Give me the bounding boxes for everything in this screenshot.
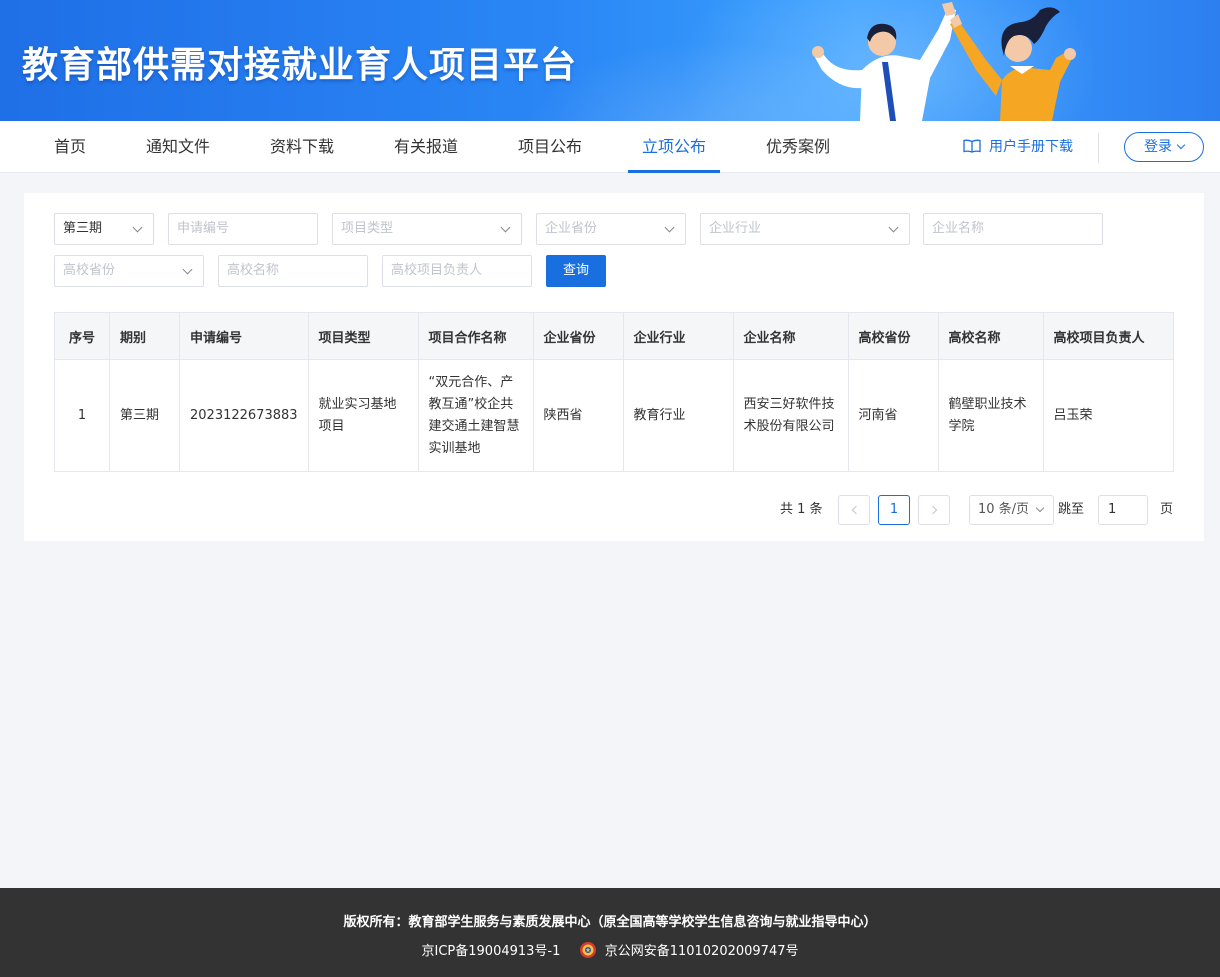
- cell-company-province: 陕西省: [532, 359, 624, 472]
- company-name-input[interactable]: 企业名称: [923, 213, 1103, 245]
- police-badge-icon: [579, 941, 596, 958]
- content-panel: 第三期 申请编号 项目类型 企业省份 企业行业 企业名称 高校省份 高校名称 高…: [24, 193, 1204, 541]
- jump-page-input[interactable]: 1: [1098, 495, 1148, 525]
- chevron-down-icon: [1035, 503, 1045, 513]
- page-size-select[interactable]: 10 条/页: [969, 495, 1054, 525]
- cell-period: 第三期: [109, 359, 180, 472]
- project-type-placeholder: 项目类型: [341, 221, 394, 236]
- school-province-placeholder: 高校省份: [63, 263, 116, 278]
- page-number-button[interactable]: 1: [878, 495, 910, 525]
- high-five-illustration: [812, 2, 1076, 121]
- company-industry-select[interactable]: 企业行业: [700, 213, 910, 245]
- cell-school-lead: 吕玉荣: [1042, 359, 1174, 472]
- col-header-project-type: 项目类型: [307, 312, 419, 360]
- cell-school-name: 鹤壁职业技术学院: [937, 359, 1044, 472]
- cell-company-name: 西安三好软件技术股份有限公司: [732, 359, 849, 472]
- nav-item-reports[interactable]: 有关报道: [394, 121, 458, 173]
- nav-divider: [1098, 133, 1099, 163]
- table-row: 1 第三期 2023122673883 就业实习基地项目 “双元合作、产教互通”…: [54, 359, 1174, 472]
- nav-item-downloads[interactable]: 资料下载: [270, 121, 334, 173]
- project-type-select[interactable]: 项目类型: [332, 213, 522, 245]
- col-header-project-name: 项目合作名称: [417, 312, 534, 360]
- application-no-input[interactable]: 申请编号: [168, 213, 318, 245]
- col-header-company-name: 企业名称: [732, 312, 849, 360]
- query-button[interactable]: 查询: [546, 255, 606, 287]
- cell-project-type: 就业实习基地项目: [307, 359, 419, 472]
- prev-page-button[interactable]: [838, 495, 870, 525]
- chevron-down-icon: [132, 222, 143, 233]
- col-header-school-lead: 高校项目负责人: [1042, 312, 1174, 360]
- pagination-total: 共 1 条: [780, 502, 823, 517]
- school-lead-input[interactable]: 高校项目负责人: [382, 255, 532, 287]
- cell-school-province: 河南省: [847, 359, 939, 472]
- chevron-down-icon: [182, 264, 193, 275]
- jump-label: 跳至: [1058, 502, 1085, 517]
- user-manual-link[interactable]: 用户手册下载: [963, 121, 1073, 173]
- cell-index: 1: [54, 359, 110, 472]
- cell-project-name: “双元合作、产教互通”校企共建交通土建智慧实训基地: [417, 359, 534, 472]
- footer-records: 京ICP备19004913号-1 京公网安备11010202009747号: [0, 940, 1220, 959]
- chevron-down-icon: [1176, 140, 1186, 149]
- chevron-down-icon: [664, 222, 675, 233]
- company-province-select[interactable]: 企业省份: [536, 213, 686, 245]
- nav-item-cases[interactable]: 优秀案例: [766, 121, 830, 173]
- nav-item-home[interactable]: 首页: [54, 121, 86, 173]
- next-page-button[interactable]: [918, 495, 950, 525]
- nav-item-projects[interactable]: 项目公布: [518, 121, 582, 173]
- site-title: 教育部供需对接就业育人项目平台: [22, 45, 578, 86]
- col-header-application-no: 申请编号: [179, 312, 309, 360]
- chevron-down-icon: [888, 222, 899, 233]
- school-name-input[interactable]: 高校名称: [218, 255, 368, 287]
- main-nav: 首页 通知文件 资料下载 有关报道 项目公布 立项公布 优秀案例 用户手册下载 …: [0, 121, 1220, 173]
- col-header-period: 期别: [109, 312, 180, 360]
- user-manual-label: 用户手册下载: [989, 139, 1073, 155]
- col-header-school-name: 高校名称: [937, 312, 1044, 360]
- footer-copyright: 版权所有：教育部学生服务与素质发展中心（原全国高等学校学生信息咨询与就业指导中心…: [343, 915, 877, 930]
- login-label: 登录: [1144, 139, 1172, 155]
- company-province-placeholder: 企业省份: [545, 221, 598, 236]
- company-industry-placeholder: 企业行业: [709, 221, 762, 236]
- cell-company-industry: 教育行业: [622, 359, 734, 472]
- table-header-row: 序号 期别 申请编号 项目类型 项目合作名称 企业省份 企业行业 企业名称 高校…: [54, 312, 1174, 360]
- cell-application-no: 2023122673883: [179, 359, 309, 472]
- book-icon: [963, 139, 981, 153]
- chevron-right-icon: [928, 505, 937, 515]
- nav-item-notices[interactable]: 通知文件: [146, 121, 210, 173]
- chevron-down-icon: [500, 222, 511, 233]
- login-button[interactable]: 登录: [1124, 132, 1204, 162]
- police-record-link[interactable]: 京公网安备11010202009747号: [605, 940, 799, 959]
- nav-item-approved-projects[interactable]: 立项公布: [627, 121, 721, 173]
- col-header-company-province: 企业省份: [532, 312, 624, 360]
- school-province-select[interactable]: 高校省份: [54, 255, 204, 287]
- period-select[interactable]: 第三期: [54, 213, 154, 245]
- header-banner: 教育部供需对接就业育人项目平台: [0, 0, 1220, 121]
- chevron-left-icon: [851, 505, 860, 515]
- footer: 版权所有：教育部学生服务与素质发展中心（原全国高等学校学生信息咨询与就业指导中心…: [0, 888, 1220, 977]
- col-header-school-province: 高校省份: [847, 312, 939, 360]
- col-header-company-industry: 企业行业: [622, 312, 734, 360]
- results-table: 序号 期别 申请编号 项目类型 项目合作名称 企业省份 企业行业 企业名称 高校…: [54, 312, 1174, 472]
- col-header-index: 序号: [54, 312, 110, 360]
- page-suffix-label: 页: [1160, 502, 1174, 517]
- period-select-value: 第三期: [63, 221, 103, 236]
- page-size-value: 10 条/页: [978, 502, 1030, 517]
- icp-record-link[interactable]: 京ICP备19004913号-1: [422, 940, 561, 959]
